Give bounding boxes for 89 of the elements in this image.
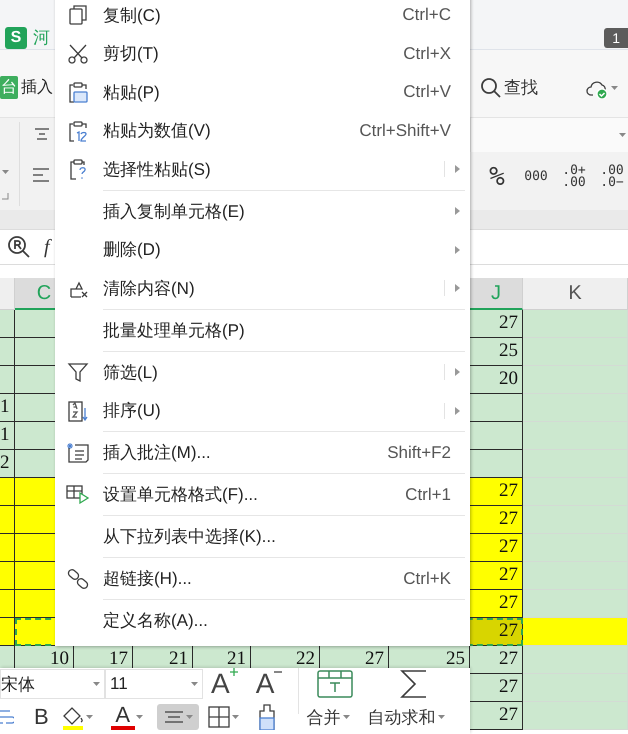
table-cell: 1	[0, 422, 15, 450]
column-header[interactable]: K	[523, 278, 628, 310]
table-cell: 2	[0, 450, 15, 478]
table-cell: 27	[470, 590, 523, 618]
table-cell: 25	[470, 338, 523, 366]
ribbon-tab[interactable]: 插入	[20, 76, 54, 99]
copy-icon	[67, 4, 89, 26]
table-cell: 1	[0, 394, 15, 422]
shortcut-label: Ctrl+K	[403, 568, 451, 589]
sort-icon	[67, 400, 89, 422]
count-badge: 1	[604, 28, 628, 48]
caret-icon	[342, 715, 350, 719]
caret-icon	[2, 170, 9, 174]
submenu-arrow-icon	[455, 165, 460, 174]
submenu-arrow-icon	[455, 207, 460, 216]
link-icon	[67, 568, 89, 590]
table-cell: 27	[470, 478, 523, 506]
format-painter-icon	[256, 704, 277, 730]
merge-button[interactable]	[315, 668, 356, 700]
clipboard-icon	[67, 81, 89, 104]
plus-icon	[230, 668, 238, 676]
table-cell: 27	[470, 674, 523, 702]
borders-icon	[206, 705, 231, 729]
clipboard-icon	[67, 120, 89, 142]
align-left-icon	[32, 166, 52, 184]
menu-item[interactable]: 粘贴(P) Ctrl+V	[55, 73, 470, 112]
caret-icon	[86, 715, 93, 719]
find-button[interactable]: 查找	[480, 76, 538, 99]
font-size-field[interactable]: 11	[105, 669, 203, 699]
menu-item[interactable]: 排序(U)	[55, 392, 470, 430]
scissors-icon	[67, 42, 89, 65]
format-cells-icon	[66, 484, 90, 506]
filter-icon	[67, 361, 89, 384]
zoom-icon	[6, 234, 32, 260]
submenu-arrow-icon	[455, 406, 460, 415]
caret-icon	[438, 715, 445, 719]
shortcut-label: Ctrl+Shift+V	[359, 120, 451, 141]
comment-icon	[66, 442, 90, 464]
menu-item[interactable]: 粘贴为数值(V) Ctrl+Shift+V	[55, 112, 470, 150]
submenu-arrow-icon	[455, 284, 460, 292]
search-icon	[480, 76, 502, 98]
table-cell: 27	[470, 534, 523, 562]
menu-item[interactable]: 插入复制单元格(E)	[55, 192, 470, 230]
shortcut-label: Shift+F2	[387, 442, 451, 463]
menu-item[interactable]: 批量处理单元格(P)	[55, 311, 470, 350]
shortcut-label: Ctrl+C	[402, 5, 451, 26]
table-cell: 27	[470, 310, 523, 338]
table-cell: 27	[470, 562, 523, 590]
table-cell: 27	[470, 646, 523, 674]
merge-cells-icon	[317, 670, 354, 698]
app-logo: S	[5, 27, 27, 49]
decimal-places-button[interactable]: .0+ .00	[560, 165, 588, 189]
table-cell: 20	[470, 366, 523, 394]
menu-item[interactable]: 选择性粘贴(S)	[55, 150, 470, 188]
thousands-separator-button[interactable]: 000	[522, 171, 550, 183]
menu-item[interactable]: 插入批注(M)... Shift+F2	[55, 434, 470, 472]
caret-icon	[93, 682, 100, 686]
submenu-arrow-icon	[455, 368, 460, 376]
shortcut-label: Ctrl+V	[403, 82, 451, 102]
menu-item[interactable]: 从下拉列表中选择(K)...	[55, 518, 470, 556]
menu-item[interactable]: 复制(C) Ctrl+C	[55, 0, 470, 34]
menu-item[interactable]: 设置单元格格式(F)... Ctrl+1	[55, 476, 470, 514]
percent-button[interactable]: %	[482, 164, 512, 190]
autosum-menu-button[interactable]: 自动求和	[368, 706, 445, 728]
submenu-arrow-icon	[455, 246, 460, 254]
menu-item[interactable]: 剪切(T) Ctrl+X	[55, 34, 470, 73]
caret-icon	[186, 715, 193, 719]
dialog-launcher-icon[interactable]	[2, 193, 9, 200]
shortcut-label: Ctrl+X	[403, 44, 451, 64]
caret-icon	[611, 86, 618, 90]
menu-item[interactable]: 定义名称(A)...	[55, 602, 470, 640]
caret-icon	[619, 133, 626, 137]
align-center-button[interactable]	[156, 704, 199, 730]
bold-button[interactable]: B	[30, 704, 53, 730]
font-name-field[interactable]: 宋体	[0, 669, 105, 699]
caret-icon	[191, 682, 198, 686]
font-color-button[interactable]: A	[108, 702, 145, 732]
decimal-places-button[interactable]: .00 .0−	[598, 165, 626, 189]
menu-item[interactable]: 超链接(H)... Ctrl+K	[55, 560, 470, 598]
table-cell: 27	[470, 506, 523, 534]
table-cell: 27	[470, 702, 523, 730]
shortcut-label: Ctrl+1	[405, 484, 451, 505]
merge-menu-button[interactable]: 合并	[306, 706, 350, 728]
function-label: f	[44, 236, 50, 258]
menu-item[interactable]: 筛选(L)	[55, 353, 470, 392]
caret-icon	[136, 715, 143, 719]
align-top-icon	[32, 126, 52, 142]
menu-item[interactable]: 删除(D)	[55, 230, 470, 269]
caret-icon	[232, 715, 239, 719]
